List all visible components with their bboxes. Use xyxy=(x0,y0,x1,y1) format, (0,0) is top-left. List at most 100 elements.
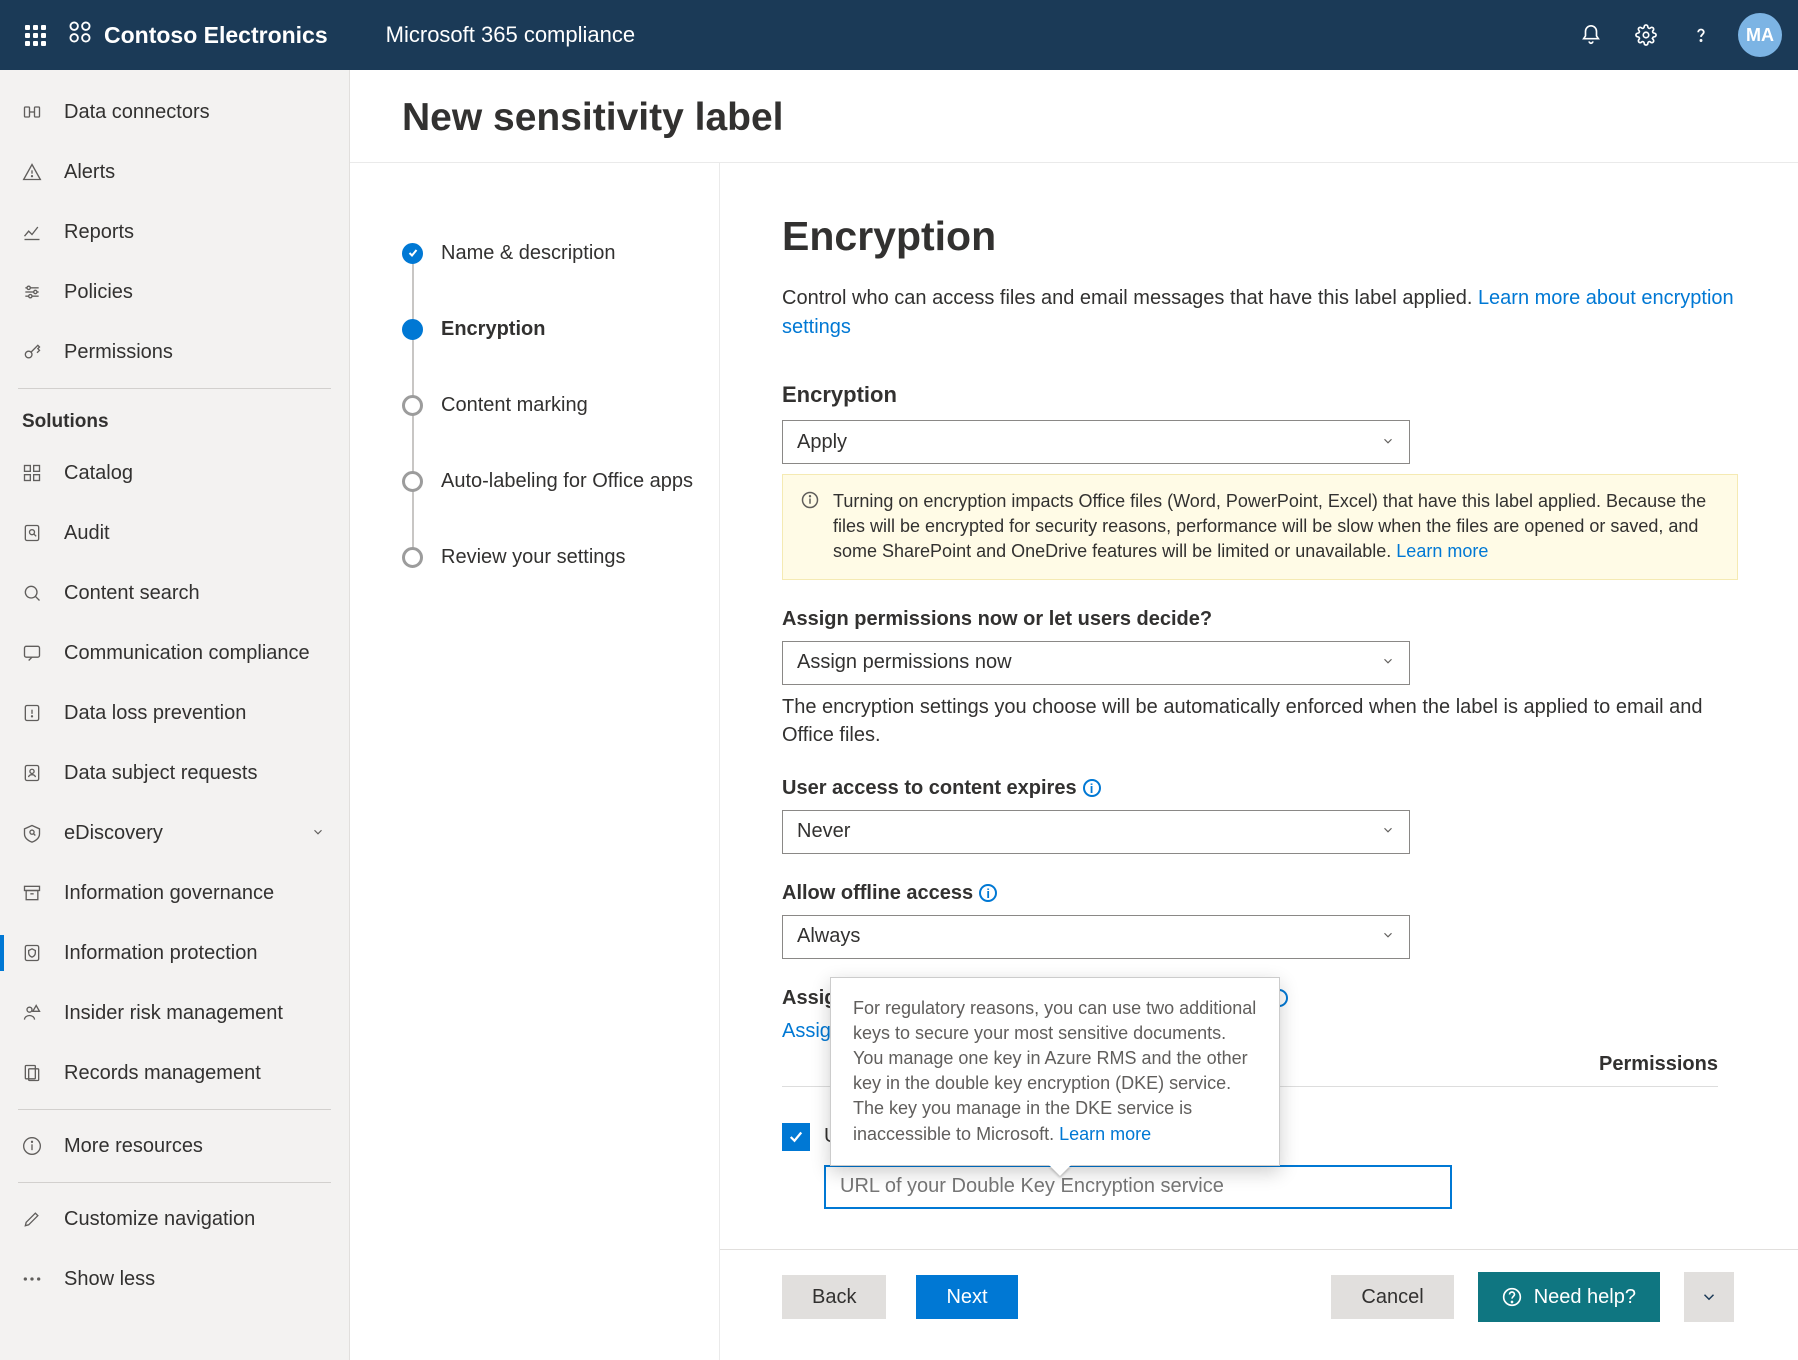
encryption-field-label: Encryption xyxy=(782,382,1738,408)
offline-label: Allow offline access i xyxy=(782,882,1738,905)
encryption-info-bar: Turning on encryption impacts Office fil… xyxy=(782,474,1738,580)
app-launcher-icon[interactable] xyxy=(10,25,60,46)
tooltip-learn-more-link[interactable]: Learn more xyxy=(1059,1124,1151,1144)
side-nav: Data connectors Alerts Reports Policies Perm… xyxy=(0,70,350,1360)
dke-checkbox[interactable] xyxy=(782,1123,810,1151)
alert-icon xyxy=(22,162,56,182)
step-label: Auto-labeling for Office apps xyxy=(441,470,693,493)
step-circle xyxy=(402,395,423,416)
nav-item-alerts[interactable]: Alerts xyxy=(0,142,349,202)
nav-item-show-less[interactable]: Show less xyxy=(0,1249,349,1309)
nav-label: Catalog xyxy=(64,462,133,485)
form-panel: Encryption Control who can access files … xyxy=(720,163,1798,1249)
step-encryption[interactable]: Encryption xyxy=(402,291,719,367)
help-icon[interactable] xyxy=(1673,24,1728,46)
pencil-icon xyxy=(22,1209,56,1229)
info-icon xyxy=(22,1136,56,1156)
step-auto-labeling-for-office-apps[interactable]: Auto-labeling for Office apps xyxy=(402,443,719,519)
nav-label: Policies xyxy=(64,281,133,304)
nav-label: Information protection xyxy=(64,942,257,965)
sliders-icon xyxy=(22,282,56,302)
dlp-icon xyxy=(22,703,56,723)
nav-item-data-subject-requests[interactable]: Data subject requests xyxy=(0,743,349,803)
risk-icon xyxy=(22,1003,56,1023)
expires-select[interactable]: Never xyxy=(782,810,1410,854)
step-label: Review your settings xyxy=(441,546,626,569)
wizard-footer: Back Next Cancel Need help? xyxy=(720,1249,1798,1345)
section-description: Control who can access files and email m… xyxy=(782,284,1738,342)
step-circle xyxy=(402,243,423,264)
key-icon xyxy=(22,342,56,362)
cancel-button[interactable]: Cancel xyxy=(1331,1275,1453,1319)
top-bar: Contoso Electronics Microsoft 365 compli… xyxy=(0,0,1798,70)
infobar-learn-more-link[interactable]: Learn more xyxy=(1396,541,1488,561)
back-button[interactable]: Back xyxy=(782,1275,886,1319)
audit-icon xyxy=(22,523,56,543)
main: New sensitivity label Name & description… xyxy=(350,70,1798,1360)
nav-label: Data connectors xyxy=(64,101,210,124)
dke-url-input[interactable] xyxy=(824,1165,1452,1209)
step-review-your-settings[interactable]: Review your settings xyxy=(402,519,719,595)
solutions-heading: Solutions xyxy=(0,395,349,443)
brand[interactable]: Contoso Electronics xyxy=(66,18,328,52)
next-button[interactable]: Next xyxy=(916,1275,1017,1319)
brand-logo-icon xyxy=(66,18,94,52)
nav-label: Alerts xyxy=(64,161,115,184)
records-icon xyxy=(22,1063,56,1083)
nav-item-catalog[interactable]: Catalog xyxy=(0,443,349,503)
nav-item-records-management[interactable]: Records management xyxy=(0,1043,349,1103)
nav-label: Permissions xyxy=(64,341,173,364)
offline-select[interactable]: Always xyxy=(782,915,1410,959)
nav-item-communication-compliance[interactable]: Communication compliance xyxy=(0,623,349,683)
nav-label: Information governance xyxy=(64,882,274,905)
nav-item-permissions[interactable]: Permissions xyxy=(0,322,349,382)
assign-mode-select[interactable]: Assign permissions now xyxy=(782,641,1410,685)
info-icon[interactable]: i xyxy=(1083,779,1101,797)
step-label: Encryption xyxy=(441,318,545,341)
step-name-description[interactable]: Name & description xyxy=(402,215,719,291)
nav-item-data-loss-prevention[interactable]: Data loss prevention xyxy=(0,683,349,743)
encryption-select[interactable]: Apply xyxy=(782,420,1410,464)
expires-label: User access to content expires i xyxy=(782,777,1738,800)
dke-tooltip: For regulatory reasons, you can use two … xyxy=(830,977,1280,1166)
check-icon xyxy=(407,242,419,265)
nav-item-insider-risk-management[interactable]: Insider risk management xyxy=(0,983,349,1043)
nav-item-reports[interactable]: Reports xyxy=(0,202,349,262)
need-help-button[interactable]: Need help? xyxy=(1478,1272,1660,1322)
dots-icon xyxy=(22,1274,56,1284)
nav-label: Communication compliance xyxy=(64,642,310,665)
chevron-down-icon xyxy=(1381,431,1395,454)
offline-select-value: Always xyxy=(797,925,860,948)
connector-icon xyxy=(22,102,56,122)
app-name: Microsoft 365 compliance xyxy=(386,22,635,48)
nav-item-more-resources[interactable]: More resources xyxy=(0,1116,349,1176)
brand-name: Contoso Electronics xyxy=(104,22,328,49)
collapse-help-button[interactable] xyxy=(1684,1272,1734,1322)
archive-icon xyxy=(22,883,56,903)
avatar[interactable]: MA xyxy=(1738,13,1782,57)
chevron-down-icon xyxy=(1381,925,1395,948)
info-icon[interactable]: i xyxy=(979,884,997,902)
settings-icon[interactable] xyxy=(1618,24,1673,46)
step-label: Content marking xyxy=(441,394,588,417)
nav-item-policies[interactable]: Policies xyxy=(0,262,349,322)
notifications-icon[interactable] xyxy=(1563,24,1618,46)
nav-label: More resources xyxy=(64,1135,203,1158)
nav-label: Content search xyxy=(64,582,200,605)
assign-mode-helper: The encryption settings you choose will … xyxy=(782,693,1738,749)
nav-label: Customize navigation xyxy=(64,1208,255,1231)
section-title: Encryption xyxy=(782,213,1738,260)
nav-item-ediscovery[interactable]: eDiscovery xyxy=(0,803,349,863)
nav-item-information-governance[interactable]: Information governance xyxy=(0,863,349,923)
nav-item-content-search[interactable]: Content search xyxy=(0,563,349,623)
nav-item-data-connectors[interactable]: Data connectors xyxy=(0,82,349,142)
expires-select-value: Never xyxy=(797,820,850,843)
nav-label: Audit xyxy=(64,522,110,545)
step-content-marking[interactable]: Content marking xyxy=(402,367,719,443)
dsr-icon xyxy=(22,763,56,783)
nav-item-audit[interactable]: Audit xyxy=(0,503,349,563)
nav-item-information-protection[interactable]: Information protection xyxy=(0,923,349,983)
assign-mode-label: Assign permissions now or let users deci… xyxy=(782,608,1738,631)
nav-item-customize-navigation[interactable]: Customize navigation xyxy=(0,1189,349,1249)
chart-icon xyxy=(22,222,56,242)
